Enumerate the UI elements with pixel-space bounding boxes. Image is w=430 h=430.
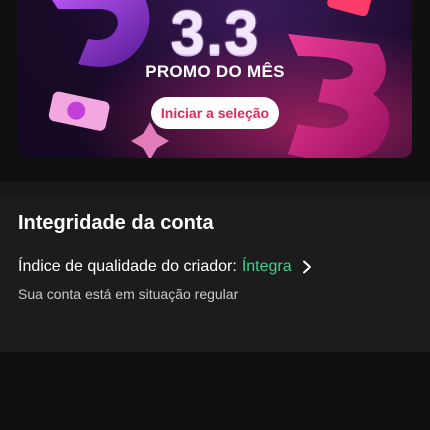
promo-banner[interactable]: 3.3 PROMO DO MÊS Iniciar a seleção (18, 0, 412, 158)
quality-label: Índice de qualidade do criador: (18, 258, 237, 275)
quality-value: Íntegra (241, 258, 292, 275)
account-status-text: Sua conta está em situação regular (18, 286, 239, 302)
creator-quality-row[interactable]: Índice de qualidade do criador: Íntegra (18, 256, 312, 278)
section-divider (0, 182, 430, 196)
section-title: Integridade da conta (18, 212, 214, 234)
account-integrity-section: Integridade da conta Índice de qualidade… (0, 196, 430, 352)
chevron-right-icon (302, 260, 311, 274)
bottom-area (0, 352, 430, 430)
promo-subtitle: PROMO DO MÊS (145, 62, 285, 81)
promo-number: 3.3 (170, 0, 260, 68)
start-selection-button[interactable]: Iniciar a seleção (151, 97, 279, 129)
